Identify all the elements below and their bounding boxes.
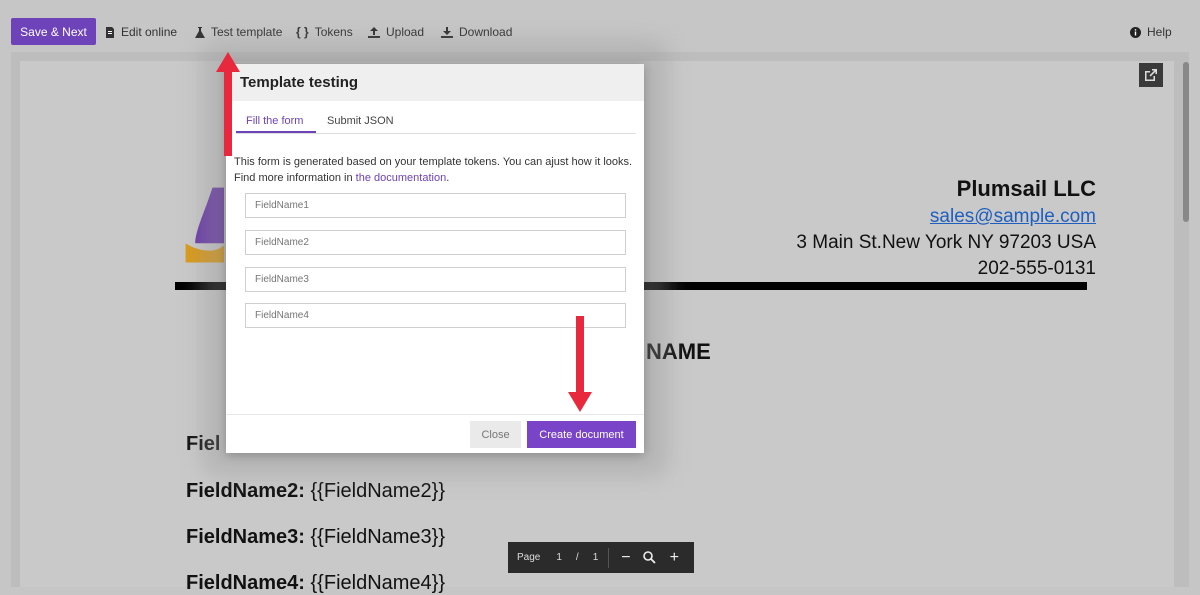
info-icon [1130, 26, 1141, 38]
dialog-tabs: Fill the form Submit JSON [236, 109, 636, 134]
braces-icon: { } [296, 25, 309, 39]
help-text-end: . [446, 172, 450, 184]
upload-icon [368, 26, 380, 38]
download-icon [441, 26, 453, 38]
document-field-line: FieldName3: {{FieldName3}} [186, 526, 445, 549]
annotation-arrow-down [568, 316, 592, 412]
dialog-footer: Close Create document [226, 414, 644, 454]
viewer-scrollbar[interactable] [1183, 62, 1189, 222]
edit-online-label: Edit online [121, 25, 178, 39]
page-navigator: Page 1 / 1 − + [508, 542, 694, 573]
page-total: 1 [592, 552, 599, 563]
documentation-link[interactable]: the documentation [356, 172, 447, 184]
tokens-label: Tokens [314, 25, 353, 39]
document-field-label: FieldName2: [186, 480, 305, 502]
dialog-header: Template testing [226, 64, 644, 101]
save-next-button[interactable]: Save & Next [11, 18, 96, 45]
edit-online-button[interactable]: Edit online [105, 24, 177, 40]
document-field-value: {{FieldName3}} [310, 526, 446, 548]
zoom-out-icon[interactable]: − [621, 549, 630, 567]
download-button[interactable]: Download [441, 24, 512, 40]
company-name: Plumsail LLC [956, 176, 1096, 201]
field-input-2[interactable] [245, 230, 626, 255]
upload-button[interactable]: Upload [368, 24, 424, 40]
company-phone: 202-555-0131 [977, 258, 1096, 279]
page-current[interactable]: 1 [556, 552, 562, 563]
close-button[interactable]: Close [470, 421, 521, 448]
pager-divider [608, 547, 610, 568]
active-tab-indicator [236, 131, 316, 133]
zoom-reset-icon[interactable] [642, 551, 656, 564]
create-document-button[interactable]: Create document [527, 421, 636, 448]
popout-button[interactable] [1139, 63, 1163, 87]
external-link-icon [1145, 69, 1157, 81]
test-template-button[interactable]: Test template [195, 24, 282, 40]
document-field-value: {{FieldName2}} [310, 480, 446, 502]
download-label: Download [459, 25, 513, 39]
zoom-in-icon[interactable]: + [670, 549, 679, 567]
help-button[interactable]: Help [1130, 24, 1172, 40]
page-separator: / [575, 552, 579, 563]
company-email-link[interactable]: sales@sample.com [930, 206, 1096, 228]
company-address: 3 Main St.New York NY 97203 USA [796, 232, 1096, 253]
flask-icon [195, 26, 205, 38]
test-template-label: Test template [211, 25, 283, 39]
annotation-arrow-up [216, 52, 240, 156]
document-icon [106, 26, 114, 38]
tokens-button[interactable]: { } Tokens [296, 24, 353, 40]
document-field-line: FieldName2: {{FieldName2}} [186, 480, 445, 503]
tab-fill-form[interactable]: Fill the form [246, 115, 303, 127]
document-field-value: {{FieldName4}} [310, 572, 446, 594]
dialog-help-text: This form is generated based on your tem… [234, 154, 639, 186]
field-input-1[interactable] [245, 193, 626, 218]
help-label: Help [1147, 25, 1172, 39]
page-label: Page [517, 552, 541, 563]
document-field-label: FieldName4: [186, 572, 305, 594]
document-field-line: FieldName4: {{FieldName4}} [186, 572, 445, 595]
dialog-title: Template testing [240, 74, 359, 91]
upload-label: Upload [386, 25, 425, 39]
field-input-3[interactable] [245, 267, 626, 292]
tab-submit-json[interactable]: Submit JSON [327, 115, 394, 127]
document-field-label: FieldName3: [186, 526, 305, 548]
